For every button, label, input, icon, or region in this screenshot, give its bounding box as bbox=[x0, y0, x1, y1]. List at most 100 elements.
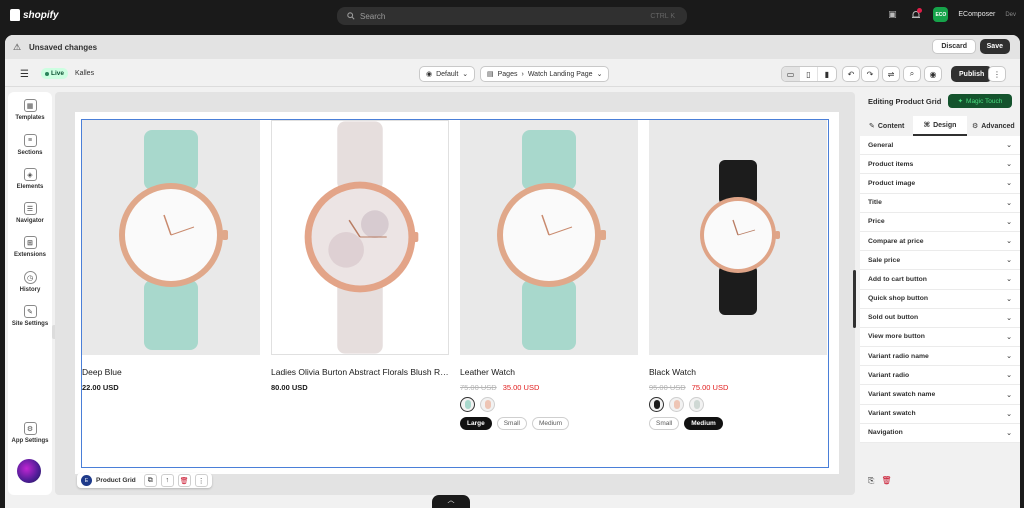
product-image[interactable] bbox=[271, 120, 449, 355]
variant-swatch[interactable] bbox=[649, 397, 664, 412]
section-product-items[interactable]: Product items ⌄ bbox=[860, 155, 1020, 175]
section-variant-swatch-name[interactable]: Variant swatch name ⌄ bbox=[860, 385, 1020, 405]
selected-element-label[interactable]: Product Grid bbox=[96, 477, 136, 484]
rail-item-templates[interactable]: ▦ Templates bbox=[8, 99, 52, 121]
variant-swatch[interactable] bbox=[480, 397, 495, 412]
templates-icon: ▦ bbox=[23, 99, 37, 112]
swatch-black-strap bbox=[653, 400, 660, 409]
watch-illustration-leather bbox=[497, 130, 606, 350]
chevron-down-icon: ⌄ bbox=[1006, 238, 1012, 246]
mobile-icon[interactable]: ▮ bbox=[818, 67, 836, 81]
section-view-more-button[interactable]: View more button ⌄ bbox=[860, 328, 1020, 348]
trash-icon[interactable]: 🗑 bbox=[881, 476, 891, 486]
variant-swatch[interactable] bbox=[460, 397, 475, 412]
search-bar[interactable]: Search CTRL K bbox=[337, 7, 687, 25]
language-select[interactable]: ◉ Default ⌄ bbox=[419, 66, 476, 82]
shopify-bag-icon bbox=[10, 9, 20, 21]
product-price: 22.00 USD bbox=[82, 383, 260, 392]
avatar[interactable] bbox=[17, 459, 41, 483]
product-card[interactable]: Black Watch 95.00 USD 75.00 USD Small Me… bbox=[649, 120, 827, 430]
history-clock-icon: ◷ bbox=[23, 271, 37, 284]
rail-item-site-settings[interactable]: ✎ Site Settings bbox=[8, 305, 52, 327]
product-title[interactable]: Ladies Olivia Burton Abstract Florals Bl… bbox=[271, 367, 449, 377]
undo-icon[interactable]: ↶ bbox=[842, 66, 860, 82]
section-price[interactable]: Price ⌄ bbox=[860, 213, 1020, 232]
bell-icon[interactable] bbox=[909, 7, 923, 22]
more-icon[interactable]: ⋮ bbox=[194, 474, 208, 487]
tab-design[interactable]: ⌘ Design bbox=[913, 116, 967, 136]
section-navigation[interactable]: Navigation ⌄ bbox=[860, 424, 1020, 443]
size-option-small[interactable]: Small bbox=[649, 417, 680, 430]
product-title[interactable]: Leather Watch bbox=[460, 367, 638, 377]
section-add-to-cart-button[interactable]: Add to cart button ⌄ bbox=[860, 270, 1020, 290]
rail-item-history[interactable]: ◷ History bbox=[8, 271, 52, 293]
product-card[interactable]: Deep Blue 22.00 USD bbox=[82, 120, 260, 392]
site-settings-icon: ✎ bbox=[23, 305, 37, 318]
product-image[interactable] bbox=[82, 120, 260, 355]
section-product-image[interactable]: Product image ⌄ bbox=[860, 174, 1020, 194]
section-sale-price[interactable]: Sale price ⌄ bbox=[860, 251, 1020, 271]
store-name[interactable]: EComposer bbox=[958, 11, 995, 18]
tablet-icon[interactable]: ▯ bbox=[800, 67, 818, 81]
section-variant-swatch[interactable]: Variant swatch ⌄ bbox=[860, 405, 1020, 424]
live-label: Live bbox=[51, 70, 65, 77]
product-card[interactable]: Leather Watch 75.00 USD 35.00 USD Large … bbox=[460, 120, 638, 430]
store-avatar[interactable]: ECO bbox=[933, 7, 949, 22]
tab-advanced[interactable]: ⚙ Advanced bbox=[967, 116, 1020, 136]
rail-item-extensions[interactable]: ⊞ Extensions bbox=[8, 236, 52, 258]
warning-icon: ⚠ bbox=[13, 42, 22, 52]
size-option-medium[interactable]: Medium bbox=[531, 417, 570, 430]
store-icon[interactable]: ▣ bbox=[885, 8, 899, 22]
rail-item-app-settings[interactable]: ⚙ App Settings bbox=[8, 422, 52, 444]
section-compare-at-price[interactable]: Compare at price ⌄ bbox=[860, 232, 1020, 252]
watch-illustration-deep-blue bbox=[119, 130, 228, 350]
variant-swatch[interactable] bbox=[689, 397, 704, 412]
section-variant-radio[interactable]: Variant radio ⌄ bbox=[860, 366, 1020, 386]
section-general[interactable]: General ⌄ bbox=[860, 136, 1020, 156]
clipboard-icon[interactable]: ⎘ bbox=[868, 476, 874, 486]
rail-item-elements[interactable]: ◈ Elements bbox=[8, 168, 52, 190]
watch-floral-pattern bbox=[360, 210, 389, 238]
product-image[interactable] bbox=[460, 120, 638, 355]
save-button[interactable]: Save bbox=[979, 39, 1010, 54]
variant-swatch[interactable] bbox=[669, 397, 684, 412]
preview-eye-icon[interactable]: ◉ bbox=[924, 66, 942, 82]
canvas-scrollbar[interactable] bbox=[853, 270, 856, 328]
menu-icon[interactable]: ☰ bbox=[20, 69, 29, 80]
chevron-down-icon: ⌄ bbox=[1006, 142, 1012, 150]
chevron-up-icon[interactable]: ︿ bbox=[432, 495, 470, 508]
variant-swatches bbox=[649, 397, 827, 412]
rail-item-sections[interactable]: ≡ Sections bbox=[8, 134, 52, 156]
publish-button[interactable]: Publish bbox=[951, 66, 993, 82]
size-option-medium[interactable]: Medium bbox=[684, 417, 723, 430]
section-quick-shop-button[interactable]: Quick shop button ⌄ bbox=[860, 290, 1020, 309]
redo-icon[interactable]: ↷ bbox=[861, 66, 879, 82]
more-actions-icon[interactable]: ⋮ bbox=[988, 66, 1006, 82]
shopify-logo[interactable]: shopify bbox=[10, 9, 59, 21]
magic-wand-icon: ✦ bbox=[957, 98, 964, 105]
settings-sliders-icon[interactable]: ⇌ bbox=[882, 66, 900, 82]
size-option-small[interactable]: Small bbox=[496, 417, 527, 430]
section-title[interactable]: Title ⌄ bbox=[860, 194, 1020, 213]
product-card[interactable]: Ladies Olivia Burton Abstract Florals Bl… bbox=[271, 120, 449, 392]
duplicate-icon[interactable]: ⧉ bbox=[143, 474, 157, 487]
section-variant-radio-name[interactable]: Variant radio name ⌄ bbox=[860, 347, 1020, 367]
section-sold-out-button[interactable]: Sold out button ⌄ bbox=[860, 309, 1020, 328]
section-label: Sold out button bbox=[868, 314, 919, 322]
magic-touch-button[interactable]: ✦ Magic Touch bbox=[948, 94, 1012, 108]
product-image[interactable] bbox=[649, 120, 827, 355]
rail-item-navigator[interactable]: ☰ Navigator bbox=[8, 202, 52, 224]
inspect-icon[interactable]: ⌕ bbox=[903, 66, 921, 82]
move-up-icon[interactable]: ↑ bbox=[160, 474, 174, 487]
size-option-large[interactable]: Large bbox=[460, 417, 492, 430]
product-title[interactable]: Black Watch bbox=[649, 367, 827, 377]
page-select[interactable]: ▤ Pages › Watch Landing Page ⌄ bbox=[480, 66, 610, 82]
language-select-value: Default bbox=[436, 70, 459, 78]
store-sub: Dev bbox=[1005, 11, 1016, 18]
discard-button[interactable]: Discard bbox=[932, 39, 976, 54]
trash-icon[interactable]: 🗑 bbox=[177, 474, 191, 487]
desktop-icon[interactable]: ▭ bbox=[782, 67, 800, 81]
tab-content[interactable]: ✎ Content bbox=[860, 116, 913, 136]
product-title[interactable]: Deep Blue bbox=[82, 367, 260, 377]
search-icon bbox=[347, 12, 355, 20]
